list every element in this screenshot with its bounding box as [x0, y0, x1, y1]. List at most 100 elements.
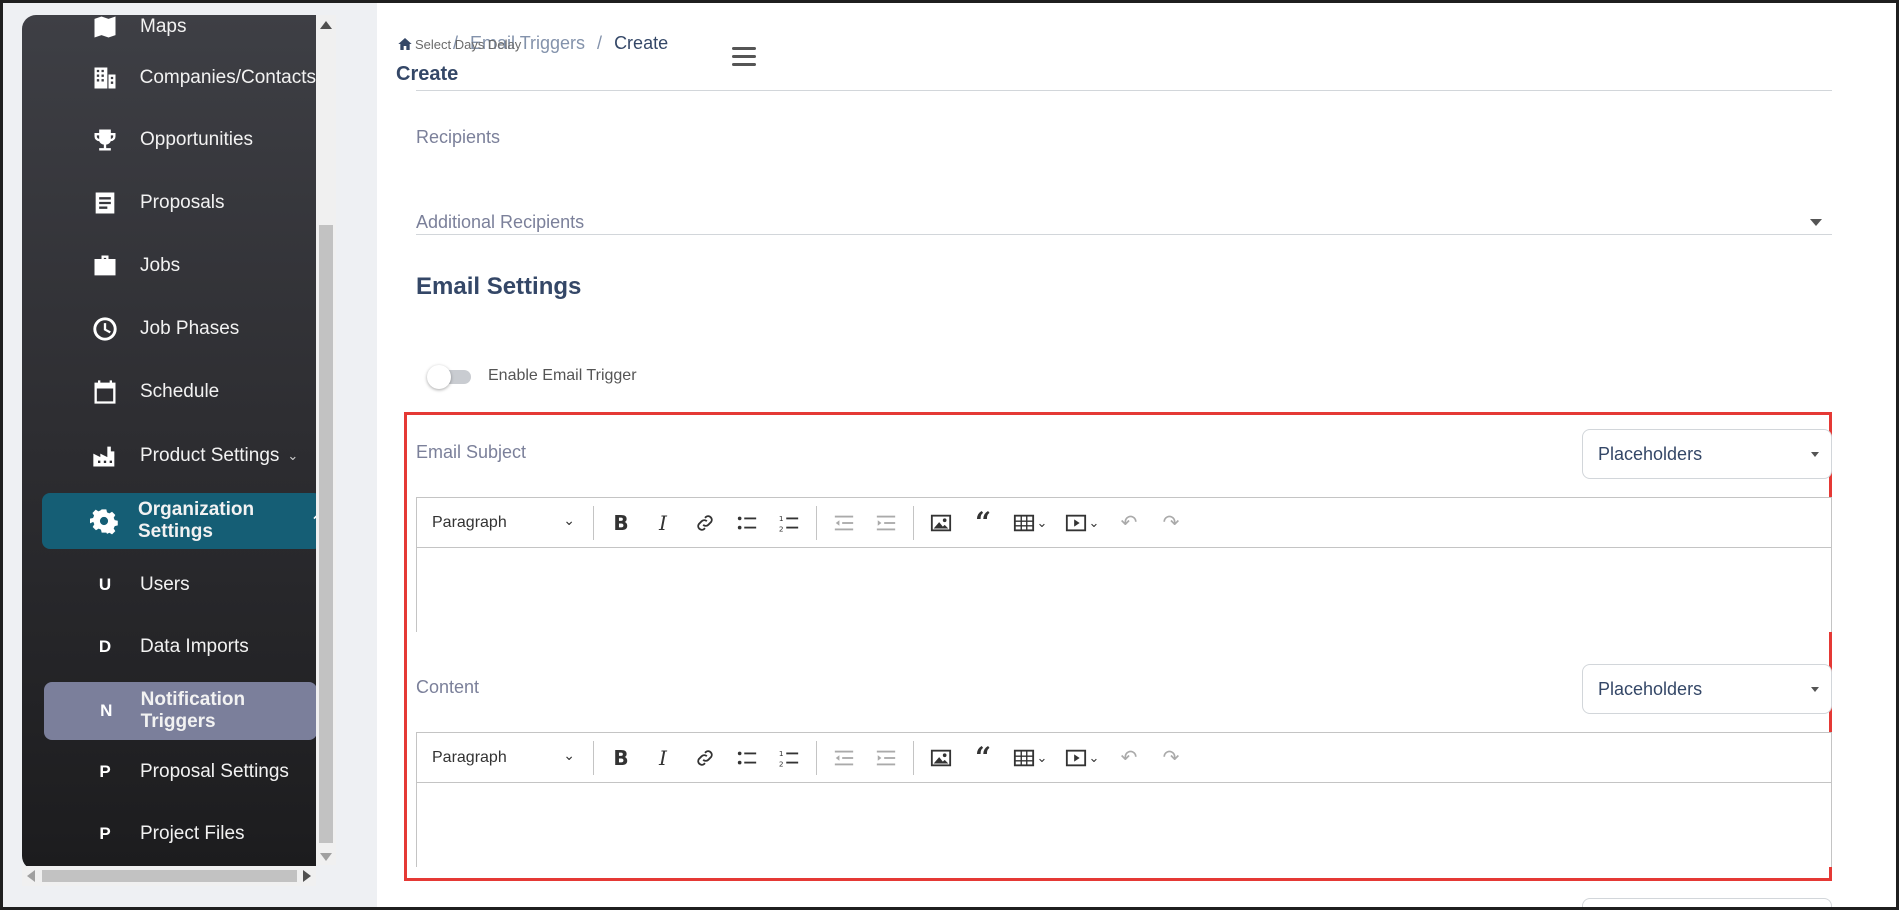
sidebar-item-label: Job Phases [140, 318, 240, 339]
sidebar-vertical-scrollbar[interactable] [316, 15, 336, 865]
redo-icon[interactable]: ↷ [1153, 505, 1189, 541]
paragraph-label: Paragraph [432, 513, 507, 531]
chevron-down-icon: ⌄ [287, 448, 299, 463]
scroll-up-arrow-icon[interactable] [320, 21, 332, 29]
chevron-down-icon[interactable] [1810, 219, 1822, 226]
link-icon[interactable] [687, 740, 723, 776]
building-icon [90, 63, 120, 93]
enable-email-trigger-toggle[interactable] [427, 365, 471, 389]
sidebar-item-companies-contacts[interactable]: Companies/Contacts [42, 50, 316, 106]
scroll-left-arrow-icon[interactable] [27, 870, 35, 882]
italic-icon[interactable]: I [645, 505, 681, 541]
sidebar-item-data-imports[interactable]: D Data Imports [42, 619, 316, 675]
sidebar-item-label: Users [140, 574, 190, 595]
days-delay-overlay-label: Select Days Delay [415, 37, 522, 52]
chevron-down-icon: ⌄ [563, 746, 575, 763]
table-icon[interactable]: ⌄ [1007, 740, 1053, 776]
additional-recipients-select[interactable]: Additional Recipients [416, 212, 584, 233]
sidebar-item-job-phases[interactable]: Job Phases [42, 301, 316, 357]
sidebar-item-proposals[interactable]: Proposals [42, 175, 316, 231]
calendar-icon [90, 377, 120, 407]
media-embed-icon[interactable]: ⌄ [1059, 740, 1105, 776]
sidebar-item-jobs[interactable]: Jobs [42, 238, 316, 294]
sidebar-item-project-files[interactable]: P Project Files [42, 806, 316, 862]
email-subject-text-area[interactable] [417, 548, 1831, 632]
outdent-icon[interactable] [826, 740, 862, 776]
indent-icon[interactable] [868, 740, 904, 776]
sidebar-horizontal-scrollbar[interactable] [22, 866, 316, 886]
blockquote-icon[interactable]: “ [965, 740, 1001, 776]
sidebar-item-label: Schedule [140, 381, 220, 402]
sidebar-item-schedule[interactable]: Schedule [42, 364, 316, 420]
editor-toolbar: Paragraph ⌄ B I 12 “ ⌄ ⌄ ↶ ↷ [417, 498, 1831, 548]
sidebar-item-label: Organization Settings [138, 499, 255, 542]
clock-icon [90, 314, 120, 344]
content-text-area[interactable] [417, 783, 1831, 867]
bold-icon[interactable]: B [603, 740, 639, 776]
placeholders-select-value: Placeholders [1598, 443, 1703, 464]
content-editor[interactable]: Paragraph ⌄ B I 12 “ ⌄ ⌄ ↶ ↷ [416, 732, 1832, 867]
enable-email-trigger-label: Enable Email Trigger [488, 367, 637, 384]
menu-toggle-icon[interactable] [732, 47, 756, 71]
placeholders-select[interactable]: Placeholders [1582, 664, 1832, 714]
indent-icon[interactable] [868, 505, 904, 541]
placeholders-select-value: Placeholders [1598, 678, 1703, 699]
blockquote-icon[interactable]: “ [965, 505, 1001, 541]
sidebar-item-label: Jobs [140, 255, 181, 276]
sidebar-item-users[interactable]: U Users [42, 557, 316, 613]
scroll-down-arrow-icon[interactable] [320, 853, 332, 861]
sidebar-item-notification-triggers[interactable]: N Notification Triggers [44, 682, 316, 740]
media-embed-icon[interactable]: ⌄ [1059, 505, 1105, 541]
sidebar-item-label: Product Settings [140, 445, 280, 466]
image-icon[interactable] [923, 505, 959, 541]
italic-icon[interactable]: I [645, 740, 681, 776]
email-subject-editor[interactable]: Paragraph ⌄ B I 12 “ ⌄ ⌄ ↶ ↷ [416, 497, 1832, 632]
bold-icon[interactable]: B [603, 505, 639, 541]
chevron-down-icon: ⌄ [563, 511, 575, 528]
sidebar-item-label: Maps [140, 16, 187, 37]
factory-icon [90, 441, 120, 471]
sidebar-item-letter: P [99, 762, 111, 781]
paragraph-format-dropdown[interactable]: Paragraph ⌄ [417, 733, 587, 783]
caret-down-icon [1811, 687, 1819, 692]
select-underline [416, 234, 1832, 235]
paragraph-label: Paragraph [432, 748, 507, 766]
sidebar-item-label: Opportunities [140, 129, 254, 150]
svg-text:2: 2 [779, 759, 784, 768]
placeholders-select[interactable]: Placeholders [1582, 429, 1832, 479]
numbered-list-icon[interactable]: 12 [771, 740, 807, 776]
sidebar-item-opportunities[interactable]: Opportunities [42, 112, 316, 168]
table-icon[interactable]: ⌄ [1007, 505, 1053, 541]
image-icon[interactable] [923, 740, 959, 776]
sidebar-item-label: Proposal Settings [140, 761, 289, 782]
scroll-right-arrow-icon[interactable] [303, 870, 311, 882]
next-placeholders-select-partial[interactable] [1582, 898, 1832, 910]
svg-text:1: 1 [779, 749, 784, 758]
briefcase-icon [90, 251, 120, 281]
home-icon[interactable] [397, 36, 413, 52]
outdent-icon[interactable] [826, 505, 862, 541]
bulleted-list-icon[interactable] [729, 505, 765, 541]
sidebar-item-label: Data Imports [140, 636, 249, 657]
sidebar-item-organization-settings[interactable]: Organization Settings ⌃ [42, 493, 316, 549]
undo-icon[interactable]: ↶ [1111, 505, 1147, 541]
scrollbar-thumb[interactable] [319, 225, 333, 843]
svg-text:1: 1 [779, 514, 784, 523]
numbered-list-icon[interactable]: 12 [771, 505, 807, 541]
trophy-icon [90, 125, 120, 155]
sidebar: Maps Companies/Contacts Opportunities Pr… [22, 15, 316, 870]
paragraph-format-dropdown[interactable]: Paragraph ⌄ [417, 498, 587, 548]
sidebar-item-letter: N [100, 701, 113, 720]
link-icon[interactable] [687, 505, 723, 541]
sidebar-item-label: Proposals [140, 192, 225, 213]
breadcrumb-current: Create [614, 33, 669, 53]
sidebar-item-label: Notification Triggers [140, 689, 246, 732]
sidebar-item-product-settings[interactable]: Product Settings ⌄ [42, 428, 316, 484]
undo-icon[interactable]: ↶ [1111, 740, 1147, 776]
sidebar-item-maps[interactable]: Maps [42, 15, 316, 55]
scrollbar-thumb[interactable] [42, 870, 297, 882]
redo-icon[interactable]: ↷ [1153, 740, 1189, 776]
bulleted-list-icon[interactable] [729, 740, 765, 776]
sidebar-item-proposal-settings[interactable]: P Proposal Settings [42, 744, 316, 800]
breadcrumb-separator: / [597, 33, 603, 53]
